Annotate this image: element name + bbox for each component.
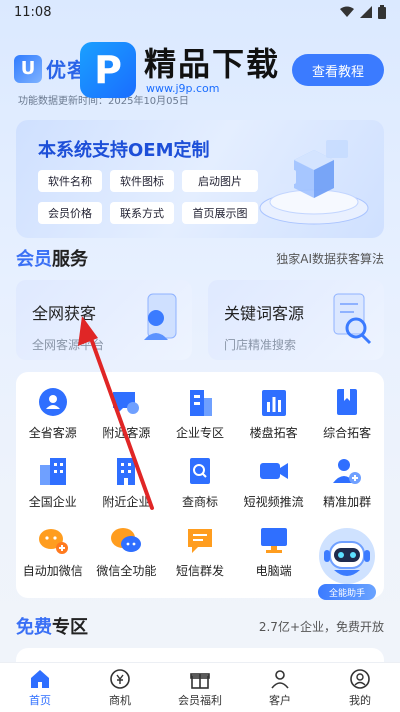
keyword-leads-card[interactable]: 关键词客源 门店精准搜索: [208, 280, 384, 360]
section-title: 会员服务: [16, 249, 88, 270]
banner-tag-list: 软件名称 软件图标 启动图片 会员价格 联系方式 首页展示图: [38, 170, 268, 224]
wechat-add-icon: [38, 529, 68, 554]
banner-tag: 首页展示图: [182, 202, 258, 224]
free-zone-header: 免费专区 2.7亿+企业，免费开放: [16, 614, 384, 638]
sms-icon: [187, 529, 212, 553]
banner-tag: 软件名称: [38, 170, 102, 192]
feature-trademark-search[interactable]: 查商标: [163, 455, 237, 510]
section-subtitle: 2.7亿+企业，免费开放: [258, 619, 384, 634]
tab-home[interactable]: 首页: [0, 663, 80, 712]
tab-member-benefits[interactable]: 会员福利: [160, 663, 240, 712]
home-icon: [31, 669, 49, 688]
add-user-icon: [333, 459, 362, 484]
profile-icon: [350, 668, 370, 689]
trademark-search-icon: [189, 458, 210, 484]
map-chat-icon: [113, 392, 140, 414]
customers-icon: [271, 669, 289, 689]
feature-national-enterprises[interactable]: 全国企业: [16, 455, 90, 510]
app-header: U 优客源 功能数据更新时间：2025年10月05日 查看教程 P 精品下载 w…: [0, 40, 400, 112]
city-icon: [39, 458, 66, 485]
watermark-url: www.j9p.com: [146, 81, 220, 95]
cube-platform-illustration-icon: [259, 140, 369, 225]
feature-precise-group-join[interactable]: 精准加群: [310, 455, 384, 510]
tab-business[interactable]: 商机: [80, 663, 160, 712]
user-phone-icon: [144, 293, 177, 340]
location-user-icon: [38, 388, 67, 416]
feature-province-leads[interactable]: 全省客源: [16, 386, 90, 441]
banner-tag: 启动图片: [182, 170, 258, 192]
section-subtitle: 独家AI数据获客算法: [276, 251, 384, 266]
banner-title: 本系统支持OEM定制: [38, 140, 210, 161]
office-icon: [117, 458, 136, 485]
bottom-tab-bar: 首页 商机 会员福利 客户 我的: [0, 662, 400, 712]
status-bar: 11:08: [0, 0, 400, 24]
tab-profile[interactable]: 我的: [320, 663, 400, 712]
banner-tag: 软件图标: [110, 170, 174, 192]
banner-tag: 联系方式: [110, 202, 174, 224]
chart-bar-icon: [261, 390, 286, 416]
robot-assistant-icon: [319, 528, 375, 584]
money-icon: [110, 668, 130, 689]
watermark-logo-icon: P: [80, 42, 136, 98]
card-title: 关键词客源: [224, 304, 305, 323]
feature-comprehensive-leads[interactable]: 综合拓客: [310, 386, 384, 441]
app-logo-icon: U: [14, 54, 42, 83]
card-title: 全网获客: [32, 304, 97, 323]
feature-nearby-leads[interactable]: 附近客源: [90, 386, 164, 441]
wifi-icon: [340, 6, 354, 17]
tab-customers[interactable]: 客户: [240, 663, 320, 712]
watermark-overlay: P 精品下载 www.j9p.com: [80, 42, 280, 98]
feature-wechat-full[interactable]: 微信全功能: [90, 524, 164, 579]
oem-banner[interactable]: 本系统支持OEM定制 软件名称 软件图标 启动图片 会员价格 联系方式 首页展示…: [16, 120, 384, 238]
section-title: 免费专区: [16, 617, 88, 638]
wechat-chat-icon: [111, 528, 142, 552]
feature-enterprise-zone[interactable]: 企业专区: [163, 386, 237, 441]
feature-desktop-client[interactable]: 电脑端: [237, 524, 311, 579]
feature-sms-broadcast[interactable]: 短信群发: [163, 524, 237, 579]
battery-icon: [378, 5, 386, 19]
monitor-icon: [260, 528, 287, 553]
ai-assistant-button[interactable]: 全能助手: [316, 526, 378, 602]
card-description: 全网客源平台: [32, 338, 105, 352]
card-description: 门店精准搜索: [224, 338, 297, 352]
signal-icon: [360, 6, 372, 18]
gift-icon: [190, 672, 210, 689]
banner-tag: 会员价格: [38, 202, 102, 224]
video-camera-icon: [259, 463, 288, 479]
all-network-leads-card[interactable]: 全网获客 全网客源平台: [16, 280, 192, 360]
building-icon: [189, 390, 212, 416]
feature-nearby-enterprises[interactable]: 附近企业: [90, 455, 164, 510]
book-icon: [337, 389, 358, 415]
document-search-icon: [333, 293, 372, 345]
feature-auto-add-wechat[interactable]: 自动加微信: [16, 524, 90, 579]
assistant-label: 全能助手: [318, 584, 376, 600]
member-services-header: 会员服务 独家AI数据获客算法: [16, 246, 384, 270]
feature-short-video-push[interactable]: 短视频推流: [237, 455, 311, 510]
view-tutorial-button[interactable]: 查看教程: [292, 54, 384, 86]
status-time: 11:08: [14, 4, 52, 20]
feature-property-leads[interactable]: 楼盘拓客: [237, 386, 311, 441]
watermark-title: 精品下载: [144, 44, 281, 83]
